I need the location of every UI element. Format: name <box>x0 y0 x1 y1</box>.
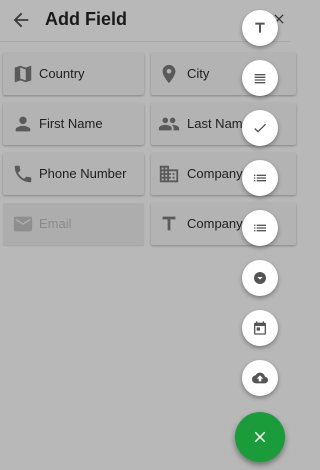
people-icon <box>158 117 180 131</box>
page-title: Add Field <box>45 9 127 29</box>
fab-paragraph[interactable] <box>242 60 278 96</box>
map-icon <box>14 65 32 83</box>
person-icon <box>15 116 31 132</box>
field-option-first-name[interactable]: First Name <box>3 103 144 145</box>
fab-checkbox[interactable] <box>242 110 278 146</box>
field-option-email: Email <box>3 203 144 245</box>
field-option-country[interactable]: Country <box>3 53 144 95</box>
field-option-phone-number[interactable]: Phone Number <box>3 153 144 195</box>
fab-dropdown[interactable] <box>242 260 278 296</box>
fab-text[interactable] <box>242 10 278 46</box>
fab-date[interactable] <box>242 310 278 346</box>
field-option-label: Email <box>39 216 72 231</box>
cloud-upload-icon <box>252 372 268 384</box>
fab-close-button[interactable] <box>235 412 285 462</box>
dropdown-icon <box>254 272 266 284</box>
field-option-label: Country <box>39 66 85 81</box>
field-option-label: First Name <box>39 116 103 131</box>
list-icon <box>254 174 266 182</box>
calendar-icon <box>254 321 266 335</box>
fab-list-single[interactable] <box>242 160 278 196</box>
fab-upload[interactable] <box>242 360 278 396</box>
business-icon <box>159 165 179 183</box>
fab-list-multi[interactable] <box>242 210 278 246</box>
close-icon <box>254 431 266 443</box>
field-option-label: Last Name <box>187 116 250 131</box>
phone-icon <box>14 165 32 183</box>
field-option-label: City <box>187 66 210 81</box>
field-option-label: Company <box>187 216 243 231</box>
field-option-label: Company <box>187 166 243 181</box>
list-icon <box>254 224 266 232</box>
text-icon <box>255 22 265 33</box>
field-option-label: Phone Number <box>39 166 127 181</box>
text-format-icon <box>162 216 176 231</box>
email-icon <box>13 216 33 232</box>
checkmark-icon <box>254 123 266 133</box>
arrow-back-icon[interactable] <box>10 9 32 31</box>
paragraph-icon <box>254 74 266 84</box>
location-pin-icon <box>162 64 176 84</box>
